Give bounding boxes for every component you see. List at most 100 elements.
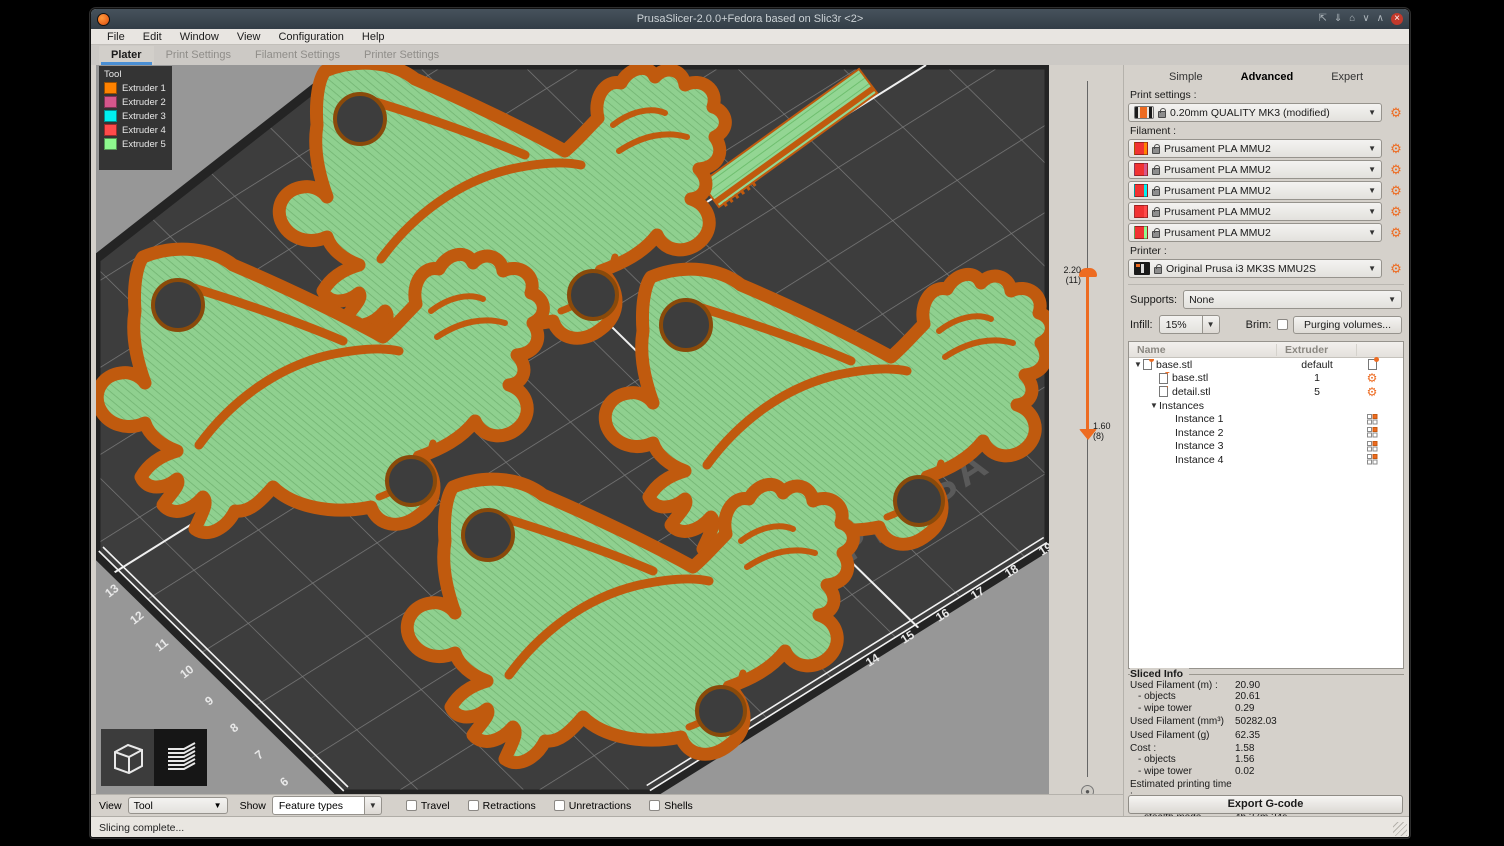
mode-tabs: Simple Advanced Expert bbox=[1128, 71, 1404, 83]
filament-combo-3[interactable]: Prusament PLA MMU2▼ bbox=[1128, 181, 1382, 200]
layer-slider-track-top[interactable] bbox=[1087, 81, 1088, 275]
object-row-instance-3[interactable]: Instance 3 bbox=[1129, 440, 1403, 454]
print-settings-value: 0.20mm QUALITY MK3 (modified) bbox=[1170, 107, 1330, 119]
sliced-info-row: - objects20.61 bbox=[1130, 692, 1402, 702]
gear-icon[interactable]: ⚙ bbox=[1367, 385, 1378, 399]
print-settings-combo[interactable]: 0.20mm QUALITY MK3 (modified) ▼ bbox=[1128, 103, 1382, 122]
layer-slider-range[interactable] bbox=[1086, 275, 1089, 433]
supports-combo[interactable]: None ▼ bbox=[1183, 290, 1402, 309]
printer-gear-button[interactable]: ⚙ bbox=[1388, 261, 1404, 277]
sliced-info-value: 1.56 bbox=[1235, 755, 1254, 765]
object-row-instance-2[interactable]: Instance 2 bbox=[1129, 426, 1403, 440]
filament-combo-5[interactable]: Prusament PLA MMU2▼ bbox=[1128, 223, 1382, 242]
show-combo[interactable]: Feature types bbox=[272, 796, 365, 815]
tab-plater[interactable]: Plater bbox=[99, 46, 154, 65]
status-text: Slicing complete... bbox=[99, 822, 184, 834]
menu-item-configuration[interactable]: Configuration bbox=[270, 30, 351, 44]
lock-icon bbox=[1152, 210, 1160, 217]
object-row-base-stl[interactable]: base.stl1⚙ bbox=[1129, 372, 1403, 386]
supports-label: Supports: bbox=[1130, 294, 1177, 306]
brim-checkbox[interactable] bbox=[1277, 319, 1288, 330]
bottom-toolbar: View Tool ▼ Show Feature types ▼ TravelR… bbox=[91, 794, 1123, 816]
sliced-info-label: - objects bbox=[1130, 692, 1235, 702]
instance-grid-icon[interactable] bbox=[1367, 427, 1378, 438]
travel-checkbox[interactable] bbox=[406, 800, 417, 811]
print-settings-gear-button[interactable]: ⚙ bbox=[1388, 105, 1404, 121]
mode-tab-expert[interactable]: Expert bbox=[1327, 71, 1367, 83]
tree-expand-icon[interactable]: ▼ bbox=[1149, 401, 1159, 410]
legend-row: Extruder 3 bbox=[104, 110, 167, 122]
object-name: Instance 1 bbox=[1175, 413, 1223, 425]
chevron-down-icon: ▼ bbox=[1388, 295, 1396, 304]
tab-print-settings[interactable]: Print Settings bbox=[154, 46, 243, 65]
minimize-window-button-icon[interactable]: ∨ bbox=[1362, 13, 1369, 25]
filament-gear-button-1[interactable]: ⚙ bbox=[1388, 141, 1404, 157]
filament-combo-2[interactable]: Prusament PLA MMU2▼ bbox=[1128, 160, 1382, 179]
sliced-info-value: 20.61 bbox=[1235, 692, 1260, 702]
layer-slider-upper-handle[interactable] bbox=[1079, 268, 1097, 277]
export-gcode-button[interactable]: Export G-code bbox=[1128, 795, 1403, 814]
instance-grid-icon[interactable] bbox=[1367, 454, 1378, 465]
resize-grip[interactable] bbox=[1393, 822, 1407, 836]
tab-printer-settings[interactable]: Printer Settings bbox=[352, 46, 451, 65]
maximize-window-button-icon[interactable]: ∧ bbox=[1377, 13, 1384, 25]
close-window-button-icon[interactable]: × bbox=[1391, 13, 1403, 25]
purging-volumes-button[interactable]: Purging volumes... bbox=[1293, 316, 1402, 334]
filament-gear-button-5[interactable]: ⚙ bbox=[1388, 225, 1404, 241]
layer-slider-track-bottom[interactable] bbox=[1087, 433, 1088, 777]
object-extruder-value: 1 bbox=[1277, 372, 1357, 384]
filament-gear-button-4[interactable]: ⚙ bbox=[1388, 204, 1404, 220]
layer-slider-area: 2.20(11) 1.60(8) ● bbox=[1049, 65, 1123, 794]
lower-window-button-icon[interactable]: ⇓ bbox=[1334, 13, 1342, 25]
stick-window-button-icon[interactable]: ⌂ bbox=[1349, 13, 1355, 25]
menu-item-file[interactable]: File bbox=[99, 30, 133, 44]
retractions-checkbox[interactable] bbox=[468, 800, 479, 811]
filament-gear-button-2[interactable]: ⚙ bbox=[1388, 162, 1404, 178]
infill-combo[interactable]: 15% bbox=[1159, 315, 1203, 334]
menu-item-view[interactable]: View bbox=[229, 30, 269, 44]
supports-value: None bbox=[1189, 294, 1214, 306]
column-extruder[interactable]: Extruder bbox=[1277, 344, 1357, 356]
column-name[interactable]: Name bbox=[1129, 344, 1277, 356]
unretractions-checkbox[interactable] bbox=[554, 800, 565, 811]
object-settings-icon[interactable] bbox=[1368, 359, 1377, 370]
object-row-instance-4[interactable]: Instance 4 bbox=[1129, 453, 1403, 467]
object-row-instances[interactable]: ▼Instances bbox=[1129, 399, 1403, 413]
printer-label: Printer : bbox=[1130, 245, 1404, 257]
printer-combo[interactable]: Original Prusa i3 MK3S MMU2S ▼ bbox=[1128, 259, 1382, 278]
filament-combo-1[interactable]: Prusament PLA MMU2▼ bbox=[1128, 139, 1382, 158]
filament-gear-button-3[interactable]: ⚙ bbox=[1388, 183, 1404, 199]
view-layers-button[interactable] bbox=[154, 729, 207, 786]
filament-color-swatch bbox=[1134, 184, 1148, 197]
show-dropdown-button[interactable]: ▼ bbox=[365, 796, 382, 815]
mode-tab-advanced[interactable]: Advanced bbox=[1237, 71, 1298, 83]
tab-filament-settings[interactable]: Filament Settings bbox=[243, 46, 352, 65]
lower-layer-label: 1.60(8) bbox=[1093, 421, 1111, 441]
instance-grid-icon[interactable] bbox=[1367, 414, 1378, 425]
lock-icon bbox=[1152, 231, 1160, 238]
shade-window-button-icon[interactable]: ⇱ bbox=[1319, 13, 1327, 25]
tree-expand-icon[interactable]: ▼ bbox=[1133, 360, 1143, 369]
object-row-base-stl[interactable]: ▼base.stldefault bbox=[1129, 358, 1403, 372]
infill-dropdown-button[interactable]: ▼ bbox=[1203, 315, 1220, 334]
gear-icon[interactable]: ⚙ bbox=[1367, 371, 1378, 385]
shells-checkbox[interactable] bbox=[649, 800, 660, 811]
object-row-detail-stl[interactable]: detail.stl5⚙ bbox=[1129, 385, 1403, 399]
mode-tab-simple[interactable]: Simple bbox=[1165, 71, 1207, 83]
chevron-down-icon: ▼ bbox=[1368, 186, 1376, 195]
view-combo[interactable]: Tool ▼ bbox=[128, 797, 228, 814]
instance-grid-icon[interactable] bbox=[1367, 441, 1378, 452]
object-row-instance-1[interactable]: Instance 1 bbox=[1129, 412, 1403, 426]
view-3d-button[interactable] bbox=[101, 729, 154, 786]
filament-combo-4[interactable]: Prusament PLA MMU2▼ bbox=[1128, 202, 1382, 221]
tab-bar: PlaterPrint SettingsFilament SettingsPri… bbox=[91, 45, 1409, 65]
filament-color-swatch bbox=[1134, 142, 1148, 155]
menu-item-edit[interactable]: Edit bbox=[135, 30, 170, 44]
sliced-info-row: Used Filament (g)62.35 bbox=[1130, 731, 1402, 741]
sliced-info-value: 50282.03 bbox=[1235, 717, 1277, 727]
viewport-3d[interactable]: 131211109876141516171819 ORIGINAL PRUSA … bbox=[96, 65, 1049, 794]
menu-item-window[interactable]: Window bbox=[172, 30, 227, 44]
menu-item-help[interactable]: Help bbox=[354, 30, 393, 44]
app-window: PrusaSlicer-2.0.0+Fedora based on Slic3r… bbox=[90, 8, 1410, 838]
extruder-label: Extruder 3 bbox=[122, 111, 166, 122]
